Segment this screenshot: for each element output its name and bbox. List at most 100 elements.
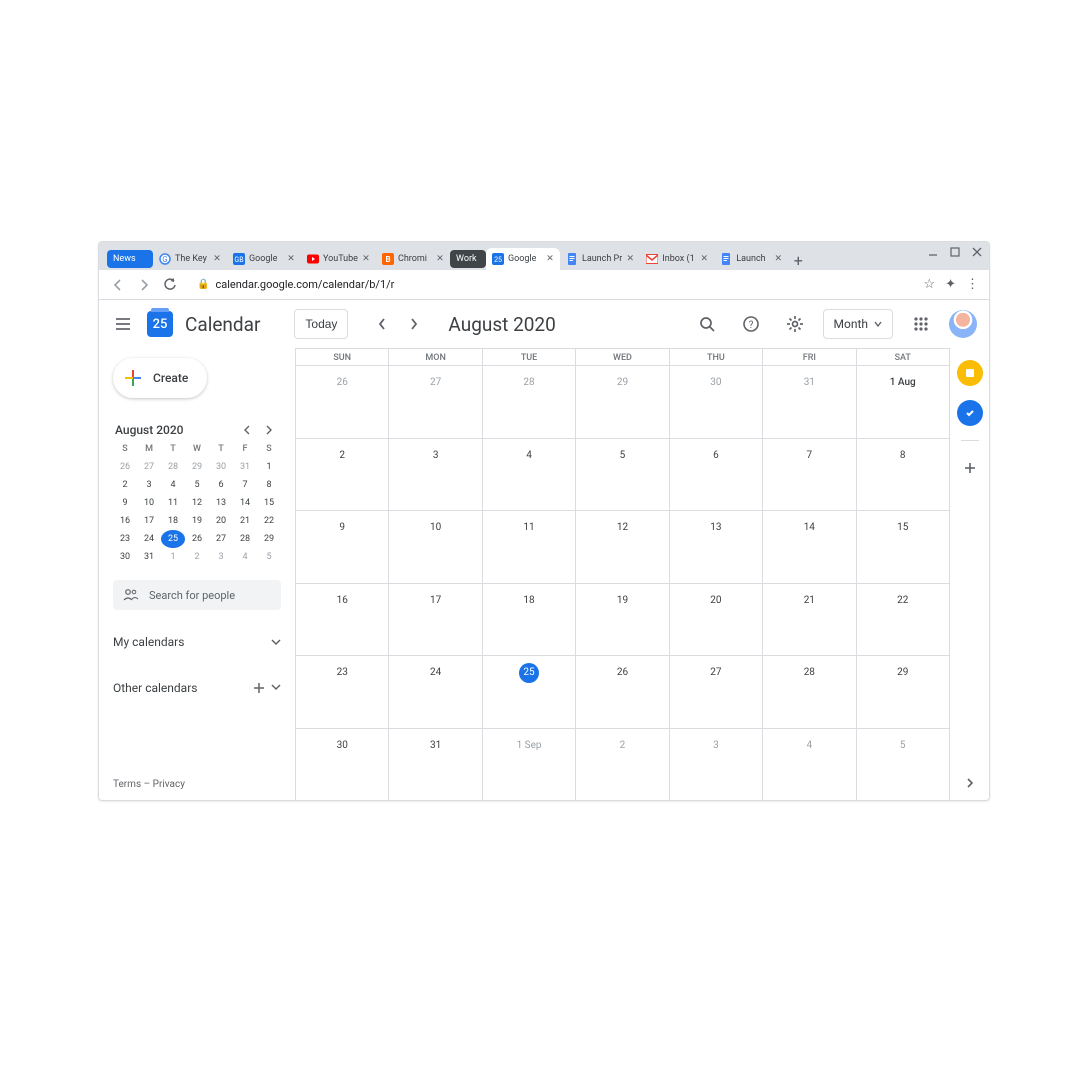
browser-tab[interactable]: Launch Pr✕: [560, 248, 640, 270]
mini-day-cell[interactable]: 28: [233, 530, 257, 548]
side-collapse-button[interactable]: [965, 778, 975, 788]
back-button[interactable]: [109, 276, 127, 294]
mini-day-cell[interactable]: 11: [161, 494, 185, 512]
mini-day-cell[interactable]: 1: [161, 548, 185, 566]
forward-button[interactable]: [135, 276, 153, 294]
browser-tab[interactable]: News: [107, 250, 153, 268]
url-box[interactable]: 🔒 calendar.google.com/calendar/b/1/r: [187, 274, 915, 296]
tab-close-icon[interactable]: ✕: [774, 255, 782, 263]
mini-day-cell[interactable]: 26: [185, 530, 209, 548]
mini-prev-button[interactable]: [237, 420, 257, 440]
day-cell[interactable]: 3: [389, 438, 482, 511]
maximize-button[interactable]: [949, 246, 961, 258]
day-cell[interactable]: 30: [296, 728, 389, 801]
tab-close-icon[interactable]: ✕: [287, 255, 295, 263]
mini-day-cell[interactable]: 27: [137, 458, 161, 476]
browser-tab[interactable]: YouTube✕: [301, 248, 376, 270]
day-cell[interactable]: 10: [389, 510, 482, 583]
mini-day-cell[interactable]: 5: [257, 548, 281, 566]
google-apps-button[interactable]: [905, 308, 937, 340]
mini-day-cell[interactable]: 24: [137, 530, 161, 548]
day-cell[interactable]: 22: [857, 583, 949, 656]
day-cell[interactable]: 1 Sep: [483, 728, 576, 801]
day-cell[interactable]: 2: [576, 728, 669, 801]
day-cell[interactable]: 4: [483, 438, 576, 511]
mini-day-cell[interactable]: 10: [137, 494, 161, 512]
mini-day-cell[interactable]: 17: [137, 512, 161, 530]
search-button[interactable]: [691, 308, 723, 340]
day-cell[interactable]: 14: [763, 510, 856, 583]
privacy-link[interactable]: Privacy: [153, 779, 185, 790]
mini-day-cell[interactable]: 29: [257, 530, 281, 548]
mini-day-cell[interactable]: 7: [233, 476, 257, 494]
mini-day-cell[interactable]: 14: [233, 494, 257, 512]
day-cell[interactable]: 27: [670, 655, 763, 728]
mini-day-cell[interactable]: 21: [233, 512, 257, 530]
search-people-input[interactable]: Search for people: [113, 580, 281, 610]
day-cell[interactable]: 8: [857, 438, 949, 511]
mini-day-cell[interactable]: 2: [113, 476, 137, 494]
day-cell[interactable]: 4: [763, 728, 856, 801]
bookmark-star-icon[interactable]: ☆: [923, 277, 935, 292]
day-cell[interactable]: 30: [670, 365, 763, 438]
mini-day-cell[interactable]: 20: [209, 512, 233, 530]
day-cell[interactable]: 16: [296, 583, 389, 656]
day-cell[interactable]: 28: [763, 655, 856, 728]
prev-period-button[interactable]: [368, 310, 396, 338]
other-calendars-toggle[interactable]: Other calendars: [113, 674, 281, 702]
day-cell[interactable]: 7: [763, 438, 856, 511]
day-cell[interactable]: 31: [763, 365, 856, 438]
new-tab-button[interactable]: +: [788, 250, 808, 270]
day-cell[interactable]: 29: [857, 655, 949, 728]
tab-close-icon[interactable]: ✕: [546, 255, 554, 263]
browser-tab[interactable]: 25Google ✕: [486, 248, 560, 270]
tab-close-icon[interactable]: ✕: [626, 255, 634, 263]
day-cell[interactable]: 1 Aug: [857, 365, 949, 438]
day-cell[interactable]: 15: [857, 510, 949, 583]
mini-day-cell[interactable]: 8: [257, 476, 281, 494]
browser-tab[interactable]: GBGoogle ✕: [227, 248, 301, 270]
today-button[interactable]: Today: [294, 309, 348, 339]
tab-close-icon[interactable]: ✕: [700, 255, 708, 263]
tasks-addon-icon[interactable]: [957, 400, 983, 426]
mini-day-cell[interactable]: 4: [233, 548, 257, 566]
mini-day-cell[interactable]: 5: [185, 476, 209, 494]
mini-next-button[interactable]: [259, 420, 279, 440]
mini-day-cell[interactable]: 3: [137, 476, 161, 494]
day-cell[interactable]: 13: [670, 510, 763, 583]
day-cell[interactable]: 26: [576, 655, 669, 728]
minimize-button[interactable]: [927, 246, 939, 258]
day-cell[interactable]: 23: [296, 655, 389, 728]
mini-day-cell[interactable]: 6: [209, 476, 233, 494]
day-cell[interactable]: 28: [483, 365, 576, 438]
main-menu-button[interactable]: [111, 312, 135, 336]
day-cell[interactable]: 2: [296, 438, 389, 511]
my-calendars-toggle[interactable]: My calendars: [113, 628, 281, 656]
day-cell[interactable]: 24: [389, 655, 482, 728]
day-cell[interactable]: 11: [483, 510, 576, 583]
tab-close-icon[interactable]: ✕: [362, 255, 370, 263]
day-cell[interactable]: 31: [389, 728, 482, 801]
tab-close-icon[interactable]: ✕: [213, 255, 221, 263]
day-cell[interactable]: 19: [576, 583, 669, 656]
day-cell[interactable]: 3: [670, 728, 763, 801]
plus-small-icon[interactable]: [253, 682, 265, 694]
mini-day-cell[interactable]: 23: [113, 530, 137, 548]
day-cell[interactable]: 25: [483, 655, 576, 728]
day-cell[interactable]: 9: [296, 510, 389, 583]
day-cell[interactable]: 6: [670, 438, 763, 511]
browser-tab[interactable]: Work: [450, 250, 486, 268]
mini-day-cell[interactable]: 2: [185, 548, 209, 566]
day-cell[interactable]: 26: [296, 365, 389, 438]
mini-day-cell[interactable]: 29: [185, 458, 209, 476]
browser-menu-icon[interactable]: ⋮: [966, 277, 979, 292]
next-period-button[interactable]: [400, 310, 428, 338]
mini-day-cell[interactable]: 9: [113, 494, 137, 512]
get-addons-button[interactable]: [957, 455, 983, 481]
close-window-button[interactable]: [971, 246, 983, 258]
mini-day-cell[interactable]: 31: [233, 458, 257, 476]
browser-tab[interactable]: Launch ✕: [714, 248, 788, 270]
day-cell[interactable]: 5: [857, 728, 949, 801]
mini-day-cell[interactable]: 4: [161, 476, 185, 494]
mini-day-cell[interactable]: 19: [185, 512, 209, 530]
